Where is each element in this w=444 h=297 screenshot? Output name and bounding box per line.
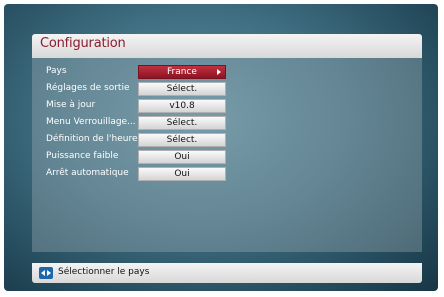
menu-row-value: France: [167, 67, 197, 77]
output-settings-value-button[interactable]: Sélect.: [138, 82, 226, 96]
menu-row-output-settings[interactable]: Réglages de sortie Sélect.: [32, 81, 422, 97]
menu-row-label: Arrêt automatique: [46, 168, 129, 178]
menu-row-lock-menu[interactable]: Menu Verrouillage... Sélect.: [32, 115, 422, 131]
menu-row-value: Sélect.: [166, 118, 198, 128]
left-right-arrows-icon: [39, 267, 53, 279]
low-power-value-button[interactable]: Oui: [138, 150, 226, 164]
chevron-right-icon: [217, 69, 221, 75]
menu-row-label: Définition de l'heure...: [46, 134, 147, 144]
menu-row-label: Menu Verrouillage...: [46, 117, 136, 127]
menu-row-label: Puissance faible: [46, 151, 119, 161]
settings-panel: Pays France Réglages de sortie Sélect. M…: [32, 58, 422, 252]
menu-row-value: v10.8: [169, 101, 195, 111]
menu-row-update[interactable]: Mise à jour v10.8: [32, 98, 422, 114]
menu-row-value: Oui: [174, 169, 190, 179]
time-setting-value-button[interactable]: Sélect.: [138, 133, 226, 147]
auto-shutdown-value-button[interactable]: Oui: [138, 167, 226, 181]
menu-row-country[interactable]: Pays France: [32, 64, 422, 80]
title-bar: Configuration: [32, 34, 422, 58]
menu-row-value: Sélect.: [166, 84, 198, 94]
menu-row-label: Pays: [46, 66, 67, 76]
tv-screen: Configuration Pays France Réglages de so…: [4, 4, 438, 291]
country-value-button[interactable]: France: [138, 65, 226, 79]
menu-row-low-power[interactable]: Puissance faible Oui: [32, 149, 422, 165]
update-value-button[interactable]: v10.8: [138, 99, 226, 113]
menu-row-time-setting[interactable]: Définition de l'heure... Sélect.: [32, 132, 422, 148]
help-bar: Sélectionner le pays: [32, 263, 422, 283]
help-hint-text: Sélectionner le pays: [58, 267, 150, 277]
menu-row-value: Oui: [174, 152, 190, 162]
menu-row-label: Réglages de sortie: [46, 83, 130, 93]
lock-menu-value-button[interactable]: Sélect.: [138, 116, 226, 130]
menu-row-value: Sélect.: [166, 135, 198, 145]
menu-row-auto-shutdown[interactable]: Arrêt automatique Oui: [32, 166, 422, 182]
page-title: Configuration: [40, 36, 126, 51]
menu-row-label: Mise à jour: [46, 100, 96, 110]
